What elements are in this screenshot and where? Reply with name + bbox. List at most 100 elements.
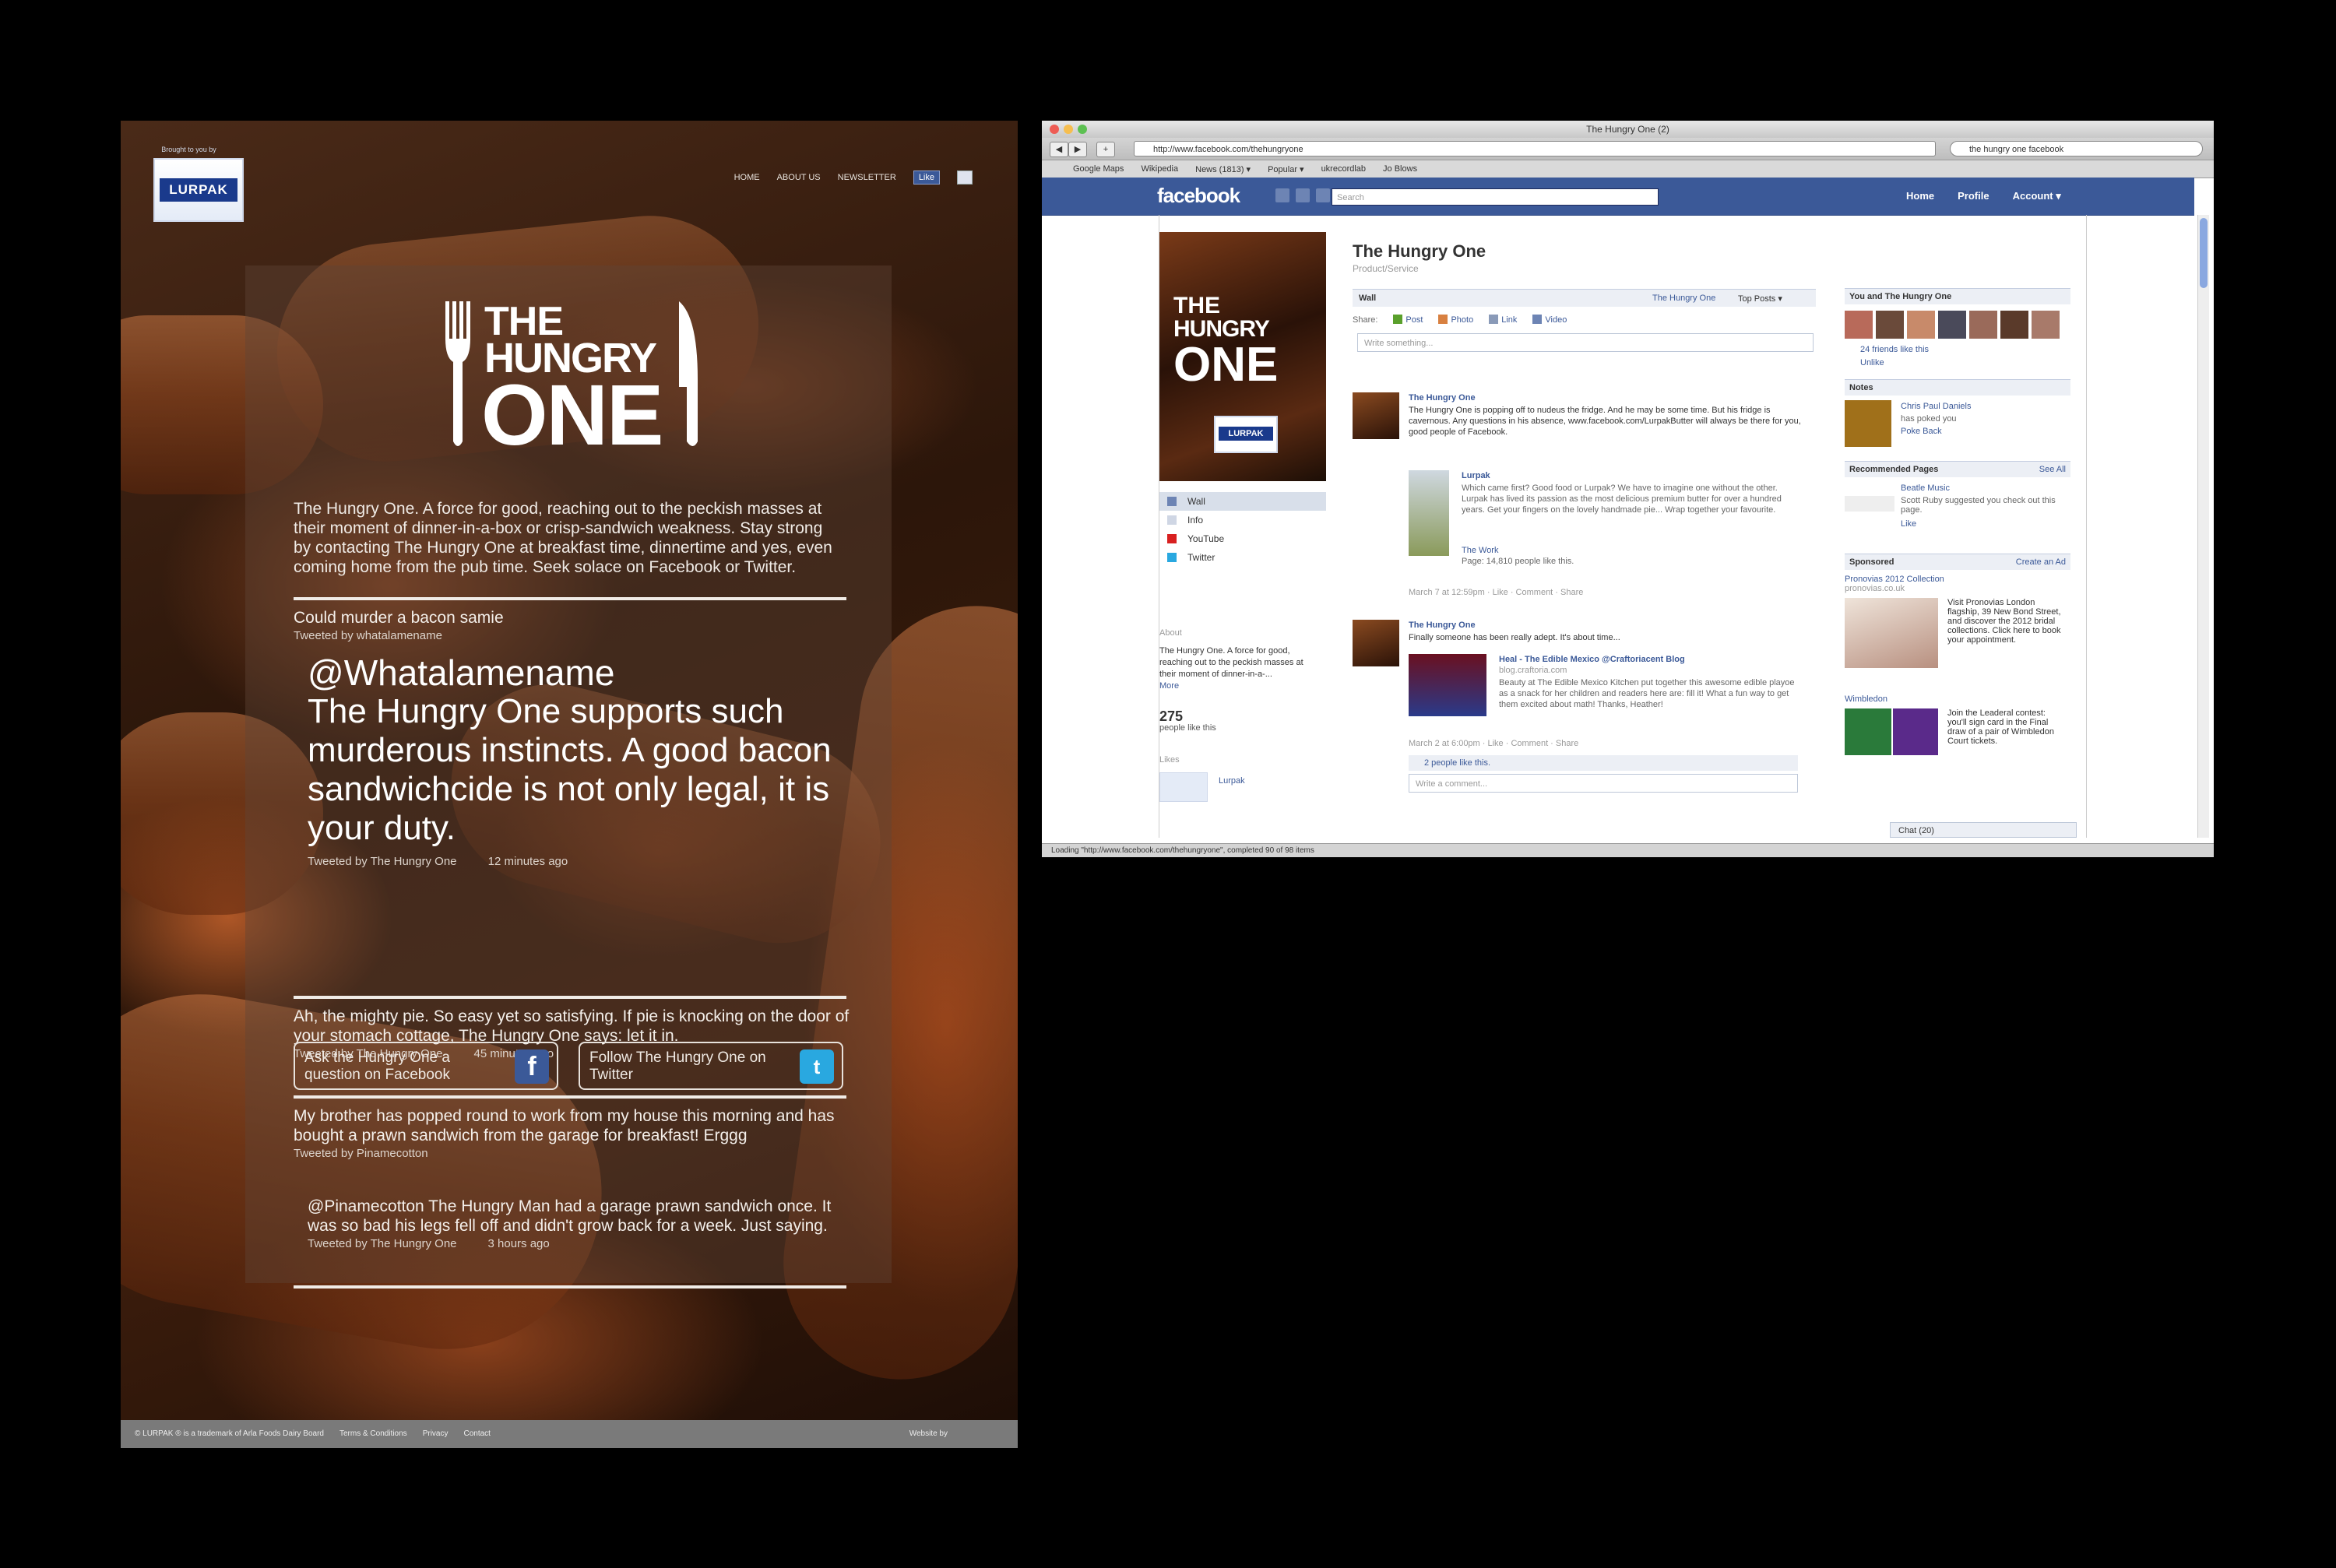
bookmark-item[interactable]: Google Maps [1073, 164, 1124, 174]
tweet-author[interactable]: Tweeted by The Hungry One [308, 1237, 457, 1250]
attachment-title[interactable]: Heal - The Edible Mexico @Craftoriacent … [1499, 654, 1685, 665]
fb-profile-link[interactable]: Profile [1958, 190, 1989, 202]
attachment-subtitle[interactable]: The Work [1462, 545, 1498, 556]
tweet-author[interactable]: Tweeted by Pinamecotton [294, 1147, 854, 1160]
tweet-author[interactable]: Tweeted by whatalamename [294, 629, 854, 642]
nav-youtube[interactable]: YouTube [1159, 529, 1326, 548]
unlike-link[interactable]: Unlike [1845, 357, 2070, 370]
share-photo[interactable]: Photo [1438, 315, 1473, 325]
address-bar[interactable]: http://www.facebook.com/thehungryone [1134, 141, 1936, 156]
tweet-time: 3 hours ago [487, 1237, 550, 1250]
about-box: About The Hungry One. A force for good, … [1159, 628, 1315, 803]
likes-item[interactable]: Lurpak [1159, 772, 1315, 803]
youtube-icon [1167, 534, 1177, 543]
post-likes[interactable]: 2 people like this. [1409, 755, 1798, 771]
notifications-icon[interactable] [1316, 188, 1330, 202]
ad2-text: Join the Leaderal contest: you'll sign c… [1947, 708, 2054, 746]
post-avatar[interactable] [1353, 392, 1399, 439]
recommended-like-link[interactable]: Like [1901, 519, 1916, 529]
fb-account-menu[interactable]: Account ▾ [2013, 190, 2061, 202]
vertical-scrollbar[interactable] [2197, 215, 2209, 838]
ad-title[interactable]: Pronovias 2012 Collection [1845, 575, 2070, 584]
see-all-link[interactable]: See All [2039, 462, 2066, 477]
add-bookmark-button[interactable]: + [1096, 142, 1115, 157]
ask-on-facebook-button[interactable]: Ask the Hungry One a question on Faceboo… [294, 1042, 558, 1090]
facebook-like-button[interactable]: Like [913, 171, 940, 185]
bookmark-item[interactable]: ukrecordlab [1321, 164, 1366, 174]
back-button[interactable]: ◀ [1050, 142, 1068, 157]
ad-body[interactable]: Visit Pronovias London flagship, 39 New … [1845, 598, 2070, 691]
nav-info[interactable]: Info [1159, 511, 1326, 529]
bookmark-item[interactable]: Popular ▾ [1268, 164, 1304, 174]
friend-avatar[interactable] [1969, 311, 1997, 339]
share-icon[interactable] [957, 171, 973, 185]
ad2-body[interactable]: Join the Leaderal contest: you'll sign c… [1845, 708, 2070, 763]
friend-avatar[interactable] [1876, 311, 1904, 339]
nav-twitter[interactable]: Twitter [1159, 548, 1326, 567]
featured-tweet-author[interactable]: Tweeted by The Hungry One [308, 855, 457, 868]
lurpak-logo[interactable]: LURPAK [153, 158, 244, 222]
recommended-page-thumb[interactable] [1845, 496, 1894, 512]
post-author[interactable]: The Hungry One [1409, 620, 1476, 631]
poke-back-link[interactable]: Poke Back [1901, 427, 1942, 436]
attachment-thumbnail [1409, 654, 1486, 716]
chat-bar[interactable]: Chat (20) [1890, 822, 2077, 838]
featured-tweet-text: The Hungry One supports such murderous i… [308, 692, 832, 847]
create-ad-link[interactable]: Create an Ad [2016, 554, 2066, 570]
friend-avatar[interactable] [2000, 311, 2028, 339]
messages-icon[interactable] [1296, 188, 1310, 202]
fb-home-link[interactable]: Home [1906, 190, 1934, 202]
footer-contact-link[interactable]: Contact [463, 1429, 490, 1438]
nav-about-us[interactable]: ABOUT US [777, 173, 821, 182]
attachment-description: Which came first? Good food or Lurpak? W… [1462, 483, 1782, 515]
bookmark-item[interactable]: Jo Blows [1383, 164, 1417, 174]
comment-input[interactable]: Write a comment... [1409, 774, 1798, 793]
post-attachment[interactable]: Heal - The Edible Mexico @Craftoriacent … [1409, 654, 1814, 724]
share-post[interactable]: Post [1393, 315, 1423, 325]
friends-like-link[interactable]: 24 friends like this [1845, 343, 2070, 357]
post-author[interactable]: The Hungry One [1409, 392, 1476, 403]
forward-button[interactable]: ▶ [1068, 142, 1087, 157]
post-avatar[interactable] [1353, 620, 1399, 666]
share-video[interactable]: Video [1532, 315, 1567, 325]
nav-home[interactable]: HOME [734, 173, 760, 182]
friend-avatar[interactable] [1845, 311, 1873, 339]
poker-name[interactable]: Chris Paul Daniels [1901, 402, 1971, 411]
share-label: Share: [1353, 315, 1378, 325]
footer-privacy-link[interactable]: Privacy [423, 1429, 449, 1438]
about-more-link[interactable]: More [1159, 680, 1315, 692]
search-field[interactable]: the hungry one facebook [1950, 141, 2203, 156]
footer-terms-link[interactable]: Terms & Conditions [339, 1429, 407, 1438]
profile-lurpak-text: LURPAK [1219, 427, 1273, 441]
post-text: The Hungry One is popping off to nudeus … [1409, 406, 1801, 437]
facebook-search-input[interactable]: Search [1332, 188, 1659, 206]
browser-status-bar: Loading "http://www.facebook.com/thehung… [1042, 843, 2214, 857]
profile-picture[interactable]: THE HUNGRY ONE LURPAK [1159, 232, 1326, 481]
friend-requests-icon[interactable] [1275, 188, 1289, 202]
browser-window: The Hungry One (2) ◀ ▶ + http://www.face… [1042, 121, 2214, 857]
wall-filter-page[interactable]: The Hungry One [1652, 294, 1715, 303]
footer-credit[interactable]: Website by [909, 1429, 948, 1438]
bookmark-item[interactable]: News (1813) ▾ [1195, 164, 1251, 174]
friend-avatar[interactable] [1907, 311, 1935, 339]
post-attachment[interactable]: Lurpak Which came first? Good food or Lu… [1409, 470, 1814, 579]
scrollbar-thumb[interactable] [2200, 218, 2208, 288]
nav-wall[interactable]: Wall [1159, 492, 1326, 511]
facebook-logo[interactable]: facebook [1157, 184, 1240, 208]
follow-on-twitter-button[interactable]: Follow The Hungry One on Twitter t [579, 1042, 843, 1090]
nav-newsletter[interactable]: NEWSLETTER [838, 173, 896, 182]
ad2-title[interactable]: Wimbledon [1845, 694, 2070, 704]
post-meta[interactable]: March 7 at 12:59pm · Like · Comment · Sh… [1409, 587, 1583, 598]
wall-composer-input[interactable]: Write something... [1357, 333, 1814, 352]
featured-tweet-handle[interactable]: @Whatalamename [308, 653, 868, 692]
wall-filter-top-posts[interactable]: Top Posts ▾ [1738, 294, 1782, 304]
friend-avatar[interactable] [2032, 311, 2060, 339]
bookmark-item[interactable]: Wikipedia [1141, 164, 1178, 174]
recommended-page-name[interactable]: Beatle Music [1901, 483, 1950, 493]
page-category: Product/Service [1353, 263, 1419, 274]
attachment-title[interactable]: Lurpak [1462, 470, 1490, 481]
post-meta[interactable]: March 2 at 6:00pm · Like · Comment · Sha… [1409, 738, 1578, 749]
share-link[interactable]: Link [1489, 315, 1517, 325]
friend-avatar[interactable] [1938, 311, 1966, 339]
poker-avatar[interactable] [1845, 400, 1891, 447]
